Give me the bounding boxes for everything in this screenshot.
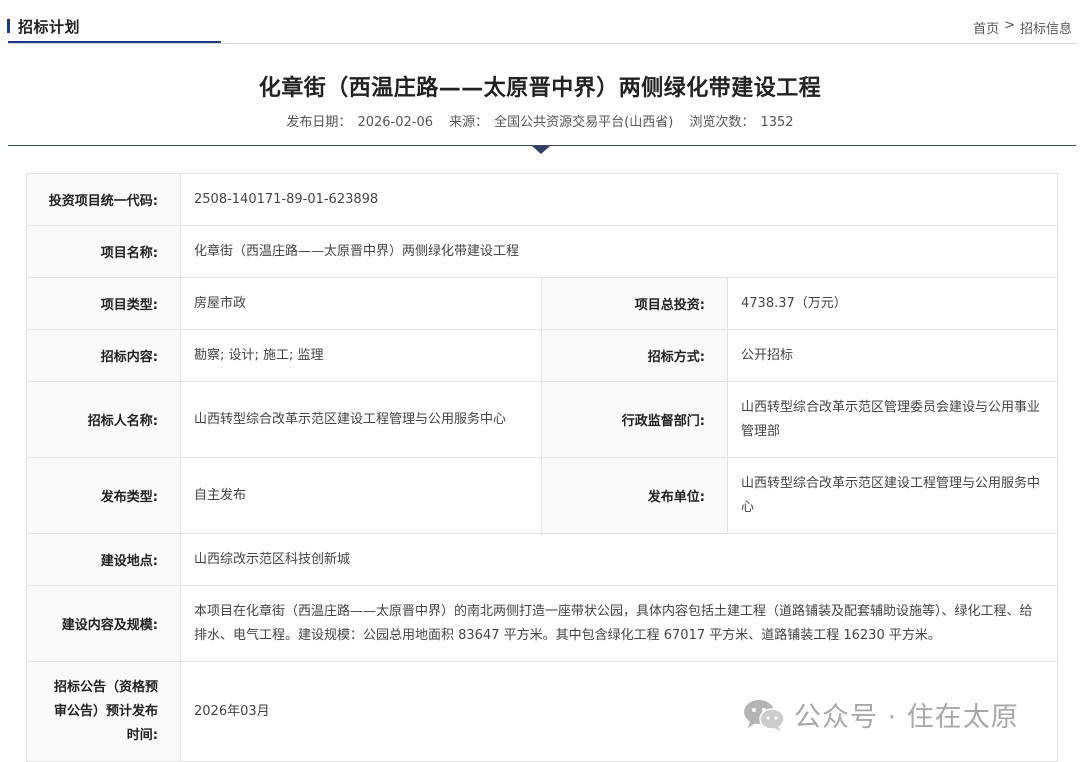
scope-label: 建设内容及规模: — [26, 585, 181, 662]
source: 来源： 全国公共资源交易平台(山西省) — [446, 115, 676, 130]
publish-unit-label: 发布单位: — [541, 457, 728, 534]
header-rule — [8, 43, 1076, 44]
article-meta: 发布日期： 2026-02-06 来源： 全国公共资源交易平台(山西省) 浏览次数：… — [0, 111, 1080, 130]
tender-method-value: 公开招标 — [726, 329, 1059, 382]
publish-date-label: 发布日期： — [286, 115, 352, 130]
tenderer-value: 山西转型综合改革示范区建设工程管理与公用服务中心 — [180, 381, 542, 458]
code-label: 投资项目统一代码: — [26, 173, 181, 226]
publish-type-label: 发布类型: — [26, 457, 181, 534]
project-type-value: 房屋市政 — [180, 277, 542, 330]
code-value: 2508-140171-89-01-623898 — [179, 173, 1059, 226]
section-tab[interactable]: 招标计划 — [7, 15, 80, 37]
total-investment-value: 4738.37（万元） — [726, 277, 1059, 330]
breadcrumb: 首页 > 招标信息 — [973, 18, 1072, 37]
table-row: 建设地点: 山西综改示范区科技创新城 — [26, 533, 1059, 586]
supervisor-value: 山西转型综合改革示范区管理委员会建设与公用事业管理部 — [726, 381, 1059, 458]
watermark-text: 公众号 · 住在太原 — [794, 702, 1019, 733]
project-type-label: 项目类型: — [26, 277, 181, 330]
tab-marker — [7, 19, 10, 33]
wechat-icon — [744, 699, 785, 731]
table-row: 招标内容: 勘察; 设计; 施工; 监理 招标方式: 公开招标 — [26, 329, 1059, 382]
construction-site-label: 建设地点: — [26, 533, 181, 586]
source-value: 全国公共资源交易平台(山西省) — [494, 115, 674, 130]
tender-content-label: 招标内容: — [26, 329, 181, 382]
breadcrumb-separator: > — [1004, 18, 1015, 33]
table-row: 投资项目统一代码: 2508-140171-89-01-623898 — [26, 173, 1059, 226]
breadcrumb-home-link[interactable]: 首页 — [973, 18, 999, 37]
scope-value: 本项目在化章街（西温庄路——太原晋中界）的南北两侧打造一座带状公园，具体内容包括… — [179, 585, 1059, 662]
total-investment-label: 项目总投资: — [541, 277, 728, 330]
table-row: 项目名称: 化章街（西温庄路——太原晋中界）两侧绿化带建设工程 — [26, 225, 1059, 278]
table-row: 招标人名称: 山西转型综合改革示范区建设工程管理与公用服务中心 行政监督部门: … — [26, 381, 1059, 458]
table-row: 建设内容及规模: 本项目在化章街（西温庄路——太原晋中界）的南北两侧打造一座带状… — [26, 585, 1059, 662]
watermark: 公众号 · 住在太原 — [742, 695, 1019, 734]
section-title: 招标计划 — [18, 17, 81, 36]
publish-type-value: 自主发布 — [180, 457, 542, 534]
publish-date-value: 2026-02-06 — [357, 115, 433, 130]
construction-site-value: 山西综改示范区科技创新城 — [179, 533, 1059, 586]
project-name-label: 项目名称: — [26, 225, 181, 278]
view-count-value: 1352 — [760, 115, 794, 130]
breadcrumb-current-link[interactable]: 招标信息 — [1020, 18, 1072, 37]
table-row: 项目类型: 房屋市政 项目总投资: 4738.37（万元） — [26, 277, 1059, 330]
tender-method-label: 招标方式: — [541, 329, 728, 382]
publish-date: 发布日期： 2026-02-06 — [283, 115, 436, 130]
source-label: 来源： — [449, 115, 489, 130]
project-info-table: 投资项目统一代码: 2508-140171-89-01-623898 项目名称:… — [26, 173, 1059, 762]
publish-unit-value: 山西转型综合改革示范区建设工程管理与公用服务中心 — [726, 457, 1059, 534]
divider-arrow-icon — [532, 146, 550, 154]
notice-time-label: 招标公告（资格预审公告）预计发布时间: — [26, 661, 181, 762]
view-count: 浏览次数： 1352 — [686, 115, 796, 130]
supervisor-label: 行政监督部门: — [541, 381, 728, 458]
project-name-value: 化章街（西温庄路——太原晋中界）两侧绿化带建设工程 — [179, 225, 1059, 278]
view-count-label: 浏览次数： — [689, 115, 755, 130]
top-bar: 招标计划 首页 > 招标信息 — [0, 0, 1080, 46]
tenderer-label: 招标人名称: — [26, 381, 181, 458]
table-row: 发布类型: 自主发布 发布单位: 山西转型综合改革示范区建设工程管理与公用服务中… — [26, 457, 1059, 534]
page-title: 化章街（西温庄路——太原晋中界）两侧绿化带建设工程 — [258, 76, 822, 101]
tender-content-value: 勘察; 设计; 施工; 监理 — [180, 329, 542, 382]
